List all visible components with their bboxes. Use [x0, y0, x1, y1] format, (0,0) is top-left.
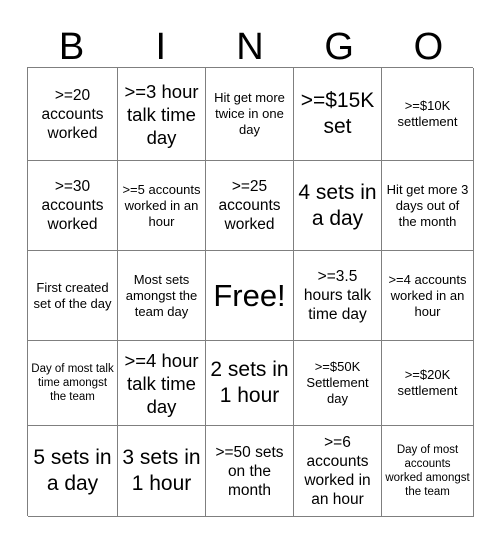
bingo-cell-label: Hit get more 3 days out of the month	[386, 181, 469, 229]
bingo-cell-label: 3 sets in 1 hour	[122, 446, 201, 495]
bingo-header-letter-g: G	[324, 26, 354, 68]
bingo-cell[interactable]: >=$50K Settlement day	[294, 341, 382, 426]
bingo-cell-label: >=50 sets on the month	[215, 443, 284, 499]
bingo-cell-label: >=6 accounts worked in an hour	[304, 434, 371, 508]
bingo-cell-label: Hit get more twice in one day	[214, 90, 285, 137]
bingo-cell-label: Day of most talk time amongst the team	[31, 363, 114, 403]
bingo-cell[interactable]: >=3 hour talk time day	[118, 68, 206, 161]
bingo-cell[interactable]: 4 sets in a day	[294, 161, 382, 251]
bingo-cell-label: >=20 accounts worked	[41, 86, 104, 142]
bingo-cell[interactable]: 2 sets in 1 hour	[206, 341, 294, 426]
bingo-cell[interactable]: 5 sets in a day	[28, 426, 118, 517]
bingo-header-letter-b: B	[58, 26, 85, 68]
bingo-header-letter-o: O	[413, 26, 444, 68]
bingo-cell-label: >=4 accounts worked in an hour	[388, 271, 467, 319]
bingo-cell[interactable]: >=50 sets on the month	[206, 426, 294, 517]
bingo-free-space-label: Free!	[213, 277, 286, 313]
bingo-cell[interactable]: >=25 accounts worked	[206, 161, 294, 251]
bingo-grid: >=20 accounts worked >=3 hour talk time d…	[27, 67, 474, 517]
bingo-free-space-cell[interactable]: Free!	[206, 251, 294, 341]
bingo-cell[interactable]: >=$10K settlement	[382, 68, 474, 161]
bingo-card: B I N G O >=20 accounts worked >=3 hour t…	[0, 0, 500, 544]
bingo-cell[interactable]: >=3.5 hours talk time day	[294, 251, 382, 341]
bingo-cell[interactable]: >=$15K set	[294, 68, 382, 161]
bingo-cell[interactable]: >=4 accounts worked in an hour	[382, 251, 474, 341]
bingo-cell[interactable]: >=30 accounts worked	[28, 161, 118, 251]
bingo-cell-label: First created set of the day	[33, 279, 112, 311]
bingo-cell-label: 2 sets in 1 hour	[210, 358, 289, 407]
bingo-cell[interactable]: Hit get more twice in one day	[206, 68, 294, 161]
bingo-cell[interactable]: First created set of the day	[28, 251, 118, 341]
bingo-header-row: B I N G O	[27, 22, 473, 67]
bingo-cell-label: >=3 hour talk time day	[124, 80, 199, 148]
bingo-cell-label: Most sets amongst the team day	[125, 271, 198, 319]
bingo-cell-label: 5 sets in a day	[33, 446, 112, 495]
bingo-header-letter-i: I	[155, 26, 167, 68]
bingo-cell[interactable]: >=4 hour talk time day	[118, 341, 206, 426]
bingo-cell[interactable]: Most sets amongst the team day	[118, 251, 206, 341]
bingo-cell-label: >=$20K settlement	[397, 367, 458, 398]
bingo-cell-label: >=5 accounts worked in an hour	[122, 181, 201, 229]
bingo-cell-label: Day of most accounts worked amongst the …	[385, 444, 470, 498]
bingo-cell-label: >=25 accounts worked	[218, 178, 281, 233]
bingo-cell[interactable]: Hit get more 3 days out of the month	[382, 161, 474, 251]
bingo-cell[interactable]: Day of most talk time amongst the team	[28, 341, 118, 426]
bingo-cell-label: >=3.5 hours talk time day	[303, 268, 372, 323]
bingo-cell-label: 4 sets in a day	[298, 180, 377, 230]
bingo-cell-label: >=4 hour talk time day	[124, 349, 199, 417]
bingo-cell[interactable]: >=5 accounts worked in an hour	[118, 161, 206, 251]
bingo-cell-label: >=$15K set	[300, 89, 375, 138]
bingo-cell-label: >=$10K settlement	[397, 98, 458, 129]
bingo-cell[interactable]: >=6 accounts worked in an hour	[294, 426, 382, 517]
bingo-cell-label: >=30 accounts worked	[41, 178, 104, 233]
bingo-cell[interactable]: >=$20K settlement	[382, 341, 474, 426]
bingo-cell[interactable]: 3 sets in 1 hour	[118, 426, 206, 517]
bingo-cell[interactable]: >=20 accounts worked	[28, 68, 118, 161]
bingo-cell-label: >=$50K Settlement day	[306, 359, 369, 406]
bingo-header-letter-n: N	[236, 26, 264, 68]
bingo-cell[interactable]: Day of most accounts worked amongst the …	[382, 426, 474, 517]
